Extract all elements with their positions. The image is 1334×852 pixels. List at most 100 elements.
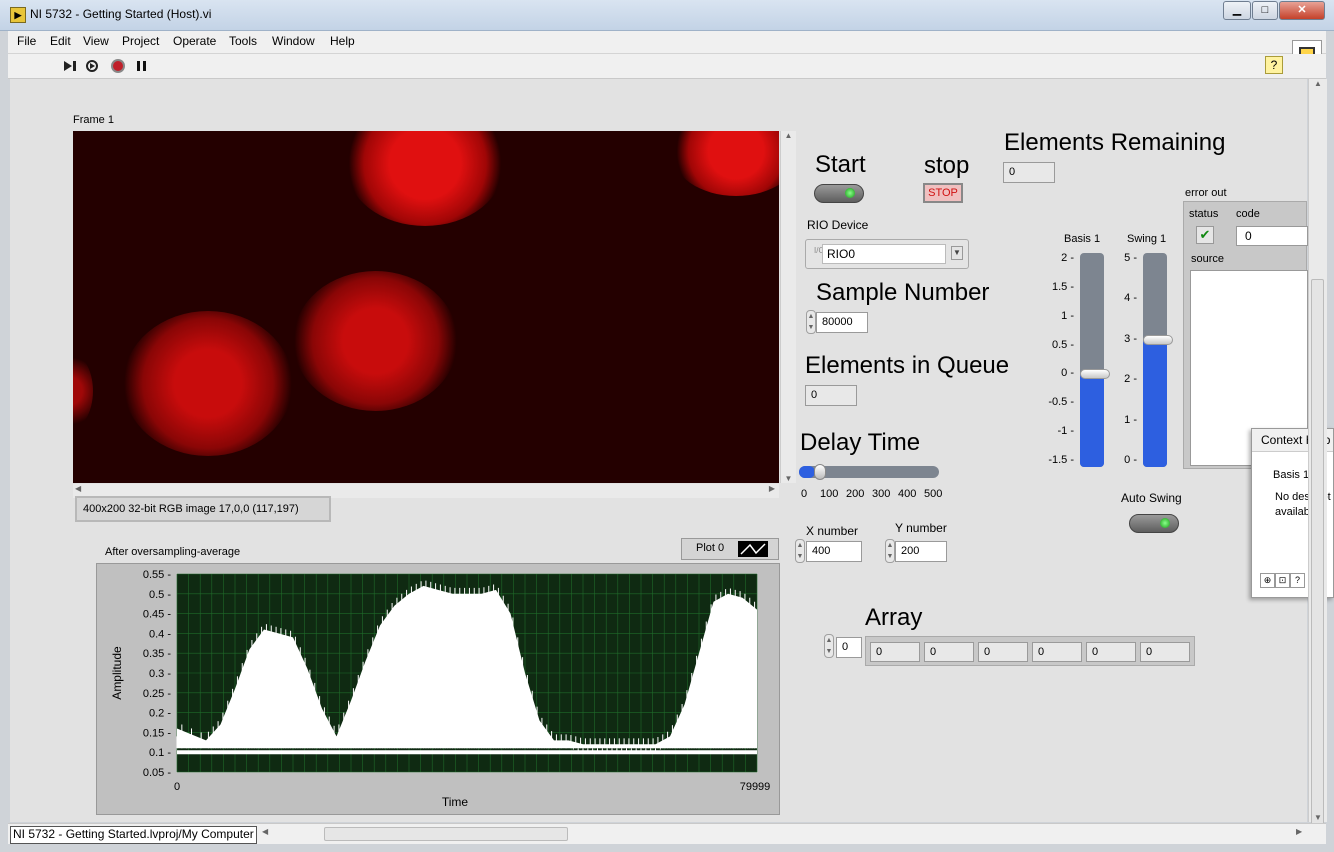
basis-tick-label: -0.5 -	[1048, 396, 1074, 409]
stop-button[interactable]: STOP	[923, 183, 963, 203]
lock-icon[interactable]: ⊕	[1260, 573, 1275, 588]
pause-icon[interactable]	[134, 58, 150, 74]
swing-slider[interactable]	[1143, 253, 1173, 467]
help-icon[interactable]: ?	[1265, 56, 1283, 74]
auto-swing-button[interactable]	[1129, 514, 1179, 533]
waveform-graph[interactable]: 0.55 - 0.5 - 0.45 - 0.4 - 0.35 - 0.3 - 0.25 - 0…	[96, 563, 780, 815]
y-tick-label: 0.25 -	[143, 688, 171, 700]
start-button[interactable]	[814, 184, 864, 203]
menu-operate[interactable]: Operate	[173, 34, 216, 48]
run-continuously-icon[interactable]	[84, 58, 100, 74]
stop-label: stop	[924, 152, 970, 179]
error-code-field: 0	[1236, 226, 1308, 246]
y-number-field[interactable]: 200	[895, 541, 947, 562]
waveform-plot[interactable]: 0.55 - 0.5 - 0.45 - 0.4 - 0.35 - 0.3 - 0.25 - 0…	[97, 564, 781, 816]
delay-tick-500: 500	[924, 488, 943, 500]
x-number-label: X number	[806, 524, 859, 538]
swing-tick-label: 3 -	[1124, 332, 1137, 345]
project-path: NI 5732 - Getting Started.lvproj/My Comp…	[10, 826, 257, 844]
basis-tick-label: 1.5 -	[1051, 280, 1074, 293]
y-axis-label: Amplitude	[110, 646, 124, 700]
detail-icon[interactable]: ⊡	[1275, 573, 1290, 588]
y-tick-label: 0.55 -	[143, 569, 171, 581]
run-arrow-icon[interactable]	[62, 58, 78, 74]
menu-help[interactable]: Help	[330, 34, 355, 48]
abort-icon[interactable]	[110, 58, 126, 74]
x-tick-label: 79999	[740, 781, 771, 793]
x-axis-label: Time	[442, 795, 469, 809]
array-element: 0	[870, 642, 920, 662]
delay-tick-0: 0	[801, 488, 808, 500]
basis-label: Basis 1	[1064, 233, 1101, 245]
array-index-field[interactable]: 0	[836, 637, 862, 658]
x-number-stepper[interactable]: ▲ ▼	[795, 539, 805, 563]
array-element: 0	[1032, 642, 1082, 662]
legend-line-icon	[738, 541, 768, 557]
array-container: 0 0 0 0 0 0	[865, 636, 1195, 666]
menu-file[interactable]: File	[17, 34, 36, 48]
title-bar: ▶ NI 5732 - Getting Started (Host).vi ▁ …	[0, 0, 1334, 31]
menu-bar: File Edit View Project Operate Tools Win…	[8, 31, 1326, 54]
graph-label: After oversampling-average	[105, 546, 241, 558]
panel-vertical-scrollbar[interactable]: ▲ ▼	[1308, 79, 1327, 839]
image-vertical-scrollbar[interactable]: ▲ ▼	[780, 131, 796, 483]
menu-tools[interactable]: Tools	[229, 34, 257, 48]
context-help-heading: Basis 1	[1273, 469, 1310, 481]
array-label: Array	[865, 604, 923, 631]
basis-slider[interactable]	[1080, 253, 1110, 467]
auto-swing-label: Auto Swing	[1121, 491, 1182, 505]
image-display[interactable]	[73, 131, 779, 483]
elements-in-queue-indicator: 0	[805, 385, 857, 406]
horizontal-scrollbar-thumb[interactable]	[324, 827, 568, 841]
sample-number-field[interactable]: 80000	[816, 312, 868, 333]
y-tick-label: 0.5 -	[149, 589, 171, 601]
swing-tick-label: 4 -	[1124, 292, 1137, 305]
basis-tick-label: 1 -	[1061, 309, 1074, 322]
swing-tick-label: 5 -	[1124, 252, 1137, 264]
menu-view[interactable]: View	[83, 34, 109, 48]
basis-tick-label: 0 -	[1061, 367, 1074, 380]
sample-number-label: Sample Number	[816, 279, 990, 306]
delay-slider-knob[interactable]	[814, 464, 827, 480]
y-number-stepper[interactable]: ▲ ▼	[885, 539, 895, 563]
swing-slider-knob[interactable]	[1143, 334, 1173, 345]
menu-edit[interactable]: Edit	[50, 34, 71, 48]
sample-number-stepper[interactable]: ▲ ▼	[806, 310, 816, 334]
source-label: source	[1191, 253, 1225, 265]
rio-device-label: RIO Device	[807, 218, 869, 232]
elements-in-queue-label: Elements in Queue	[805, 352, 1010, 379]
elements-remaining-label: Elements Remaining	[1004, 129, 1226, 156]
y-number-label: Y number	[895, 521, 947, 535]
y-tick-label: 0.2 -	[149, 708, 171, 720]
y-tick-label: 0.4 -	[149, 628, 171, 640]
delay-tick-400: 400	[898, 488, 917, 500]
delay-tick-100: 100	[820, 488, 839, 500]
elements-remaining-indicator: 0	[1003, 162, 1055, 183]
rio-device-control[interactable]: I/O RIO0 ▼	[805, 239, 969, 269]
y-tick-label: 0.45 -	[143, 609, 171, 621]
swing-tick-label: 1 -	[1124, 413, 1137, 426]
error-out-label: error out	[1185, 187, 1227, 199]
start-label: Start	[815, 151, 866, 178]
basis-tick-label: 0.5 -	[1051, 338, 1074, 351]
menu-project[interactable]: Project	[122, 34, 159, 48]
menu-window[interactable]: Window	[272, 34, 315, 48]
status-bar: NI 5732 - Getting Started.lvproj/My Comp…	[8, 823, 1326, 844]
array-index-stepper[interactable]: ▲ ▼	[824, 634, 834, 658]
x-number-field[interactable]: 400	[806, 541, 862, 562]
status-check-icon: ✔	[1196, 226, 1214, 244]
delay-tick-200: 200	[846, 488, 865, 500]
code-label: code	[1236, 208, 1260, 220]
y-tick-label: 0.1 -	[149, 747, 171, 759]
help-question-icon[interactable]: ?	[1290, 573, 1305, 588]
swing-tick-label: 0 -	[1124, 454, 1137, 466]
swing-label: Swing 1	[1127, 233, 1167, 245]
array-element: 0	[978, 642, 1028, 662]
close-button[interactable]: ✕	[1279, 1, 1325, 20]
plot-legend[interactable]: Plot 0	[681, 538, 779, 560]
basis-slider-knob[interactable]	[1080, 369, 1110, 380]
maximize-button[interactable]: □	[1252, 1, 1278, 20]
delay-time-slider[interactable]	[799, 464, 939, 480]
minimize-button[interactable]: ▁	[1223, 1, 1251, 20]
dropdown-arrow-icon[interactable]: ▼	[951, 246, 963, 260]
